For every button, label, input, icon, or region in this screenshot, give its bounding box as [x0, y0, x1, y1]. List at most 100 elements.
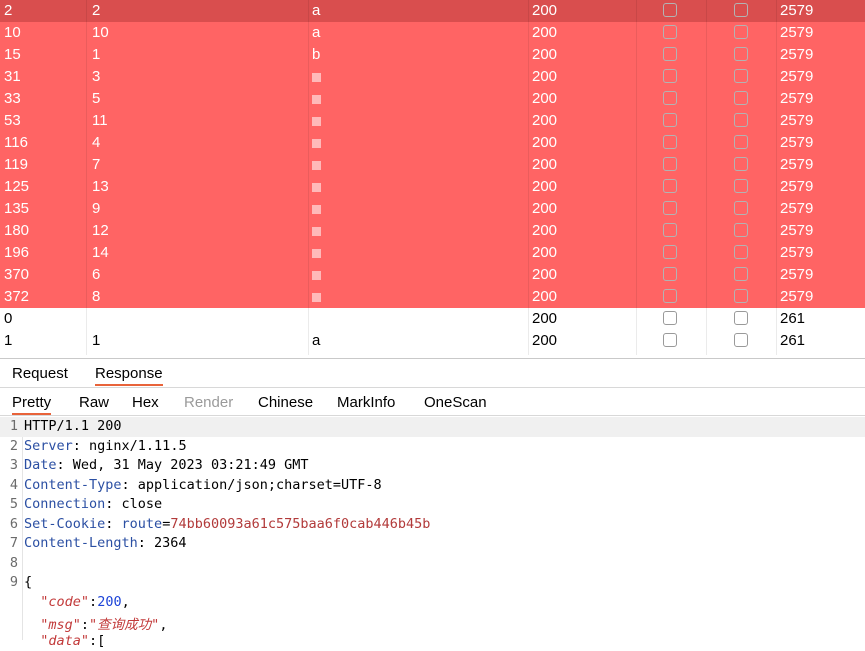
status-cell: 200 — [532, 266, 557, 283]
redacted-mark — [312, 271, 321, 280]
table-row[interactable]: 1010a2002579 — [0, 22, 865, 44]
table-row[interactable]: 3132002579 — [0, 66, 865, 88]
code-text: HTTP/1.1 200 — [24, 418, 122, 434]
table-row[interactable]: 151b2002579 — [0, 44, 865, 66]
timeout-checkbox[interactable] — [734, 69, 748, 83]
table-row[interactable]: 196142002579 — [0, 242, 865, 264]
error-checkbox[interactable] — [663, 25, 677, 39]
error-checkbox[interactable] — [663, 201, 677, 215]
code-token: , — [122, 594, 130, 610]
timeout-checkbox[interactable] — [734, 267, 748, 281]
redacted-mark — [312, 205, 321, 214]
timeout-checkbox[interactable] — [734, 91, 748, 105]
line-number: 6 — [0, 516, 18, 532]
code-token: Content-Length — [24, 535, 138, 551]
timeout-checkbox[interactable] — [734, 157, 748, 171]
results-table: 22a20025791010a2002579151b20025793132002… — [0, 0, 865, 355]
timeout-checkbox[interactable] — [734, 289, 748, 303]
payload-cell: 13 — [92, 178, 109, 195]
timeout-checkbox[interactable] — [734, 245, 748, 259]
code-line: 6Set-Cookie: route=74bb60093a61c575baa6f… — [0, 515, 865, 535]
status-cell: 200 — [532, 112, 557, 129]
column-divider[interactable] — [528, 0, 529, 355]
table-row[interactable]: 11a200261 — [0, 330, 865, 352]
error-checkbox[interactable] — [663, 157, 677, 171]
error-checkbox[interactable] — [663, 333, 677, 347]
table-row[interactable]: 180122002579 — [0, 220, 865, 242]
error-checkbox[interactable] — [663, 69, 677, 83]
timeout-checkbox[interactable] — [734, 223, 748, 237]
error-checkbox[interactable] — [663, 3, 677, 17]
tab-request[interactable]: Request — [12, 365, 68, 382]
timeout-checkbox[interactable] — [734, 135, 748, 149]
response-editor[interactable]: 1HTTP/1.1 2002Server: nginx/1.11.53Date:… — [0, 417, 865, 640]
table-row[interactable]: 0200261 — [0, 308, 865, 330]
timeout-checkbox[interactable] — [734, 25, 748, 39]
length-cell: 2579 — [780, 156, 813, 173]
error-checkbox[interactable] — [663, 179, 677, 193]
message-tabs: Request Response — [0, 358, 865, 388]
timeout-checkbox[interactable] — [734, 47, 748, 61]
table-row[interactable]: 37282002579 — [0, 286, 865, 308]
request-number-cell: 0 — [4, 310, 12, 327]
timeout-checkbox[interactable] — [734, 179, 748, 193]
table-row[interactable]: 11972002579 — [0, 154, 865, 176]
error-checkbox[interactable] — [663, 47, 677, 61]
error-checkbox[interactable] — [663, 245, 677, 259]
table-row[interactable]: 22a2002579 — [0, 0, 865, 22]
error-checkbox[interactable] — [663, 113, 677, 127]
redacted-mark — [312, 161, 321, 170]
column-divider[interactable] — [776, 0, 777, 355]
tab-chinese[interactable]: Chinese — [258, 394, 313, 411]
payload-text-cell — [312, 244, 326, 261]
code-line: 1HTTP/1.1 200 — [0, 417, 865, 437]
error-checkbox[interactable] — [663, 289, 677, 303]
line-number: 9 — [0, 574, 18, 590]
timeout-checkbox[interactable] — [734, 3, 748, 17]
request-number-cell: 116 — [4, 134, 28, 151]
length-cell: 261 — [780, 332, 805, 349]
timeout-checkbox[interactable] — [734, 311, 748, 325]
tab-render[interactable]: Render — [184, 394, 233, 411]
table-row[interactable]: 37062002579 — [0, 264, 865, 286]
column-divider[interactable] — [706, 0, 707, 355]
tab-onescan[interactable]: OneScan — [424, 394, 487, 411]
timeout-checkbox[interactable] — [734, 201, 748, 215]
error-checkbox[interactable] — [663, 135, 677, 149]
code-line: 5Connection: close — [0, 495, 865, 515]
code-token: Content-Type — [24, 477, 122, 493]
timeout-checkbox[interactable] — [734, 333, 748, 347]
tab-response[interactable]: Response — [95, 365, 163, 386]
column-divider[interactable] — [308, 0, 309, 355]
payload-text-cell — [312, 90, 326, 107]
request-number-cell: 15 — [4, 46, 21, 63]
table-row[interactable]: 13592002579 — [0, 198, 865, 220]
tab-pretty[interactable]: Pretty — [12, 394, 51, 415]
column-divider[interactable] — [86, 0, 87, 355]
code-text: Content-Length: 2364 — [24, 535, 187, 551]
code-token: Date — [24, 457, 57, 473]
timeout-checkbox[interactable] — [734, 113, 748, 127]
table-row[interactable]: 125132002579 — [0, 176, 865, 198]
tab-hex[interactable]: Hex — [132, 394, 159, 411]
payload-cell: 3 — [92, 68, 100, 85]
column-divider[interactable] — [636, 0, 637, 355]
length-cell: 2579 — [780, 2, 813, 19]
length-cell: 2579 — [780, 68, 813, 85]
table-row[interactable]: 3352002579 — [0, 88, 865, 110]
request-number-cell: 33 — [4, 90, 21, 107]
table-row[interactable]: 53112002579 — [0, 110, 865, 132]
tab-markinfo[interactable]: MarkInfo — [337, 394, 395, 411]
tab-raw[interactable]: Raw — [79, 394, 109, 411]
code-line: 9{ — [0, 573, 865, 593]
error-checkbox[interactable] — [663, 267, 677, 281]
error-checkbox[interactable] — [663, 91, 677, 105]
length-cell: 2579 — [780, 134, 813, 151]
payload-cell: 9 — [92, 200, 100, 217]
error-checkbox[interactable] — [663, 311, 677, 325]
redacted-mark — [312, 293, 321, 302]
error-checkbox[interactable] — [663, 223, 677, 237]
payload-text-cell: b — [312, 46, 326, 63]
table-row[interactable]: 11642002579 — [0, 132, 865, 154]
payload-text-cell — [312, 134, 326, 151]
